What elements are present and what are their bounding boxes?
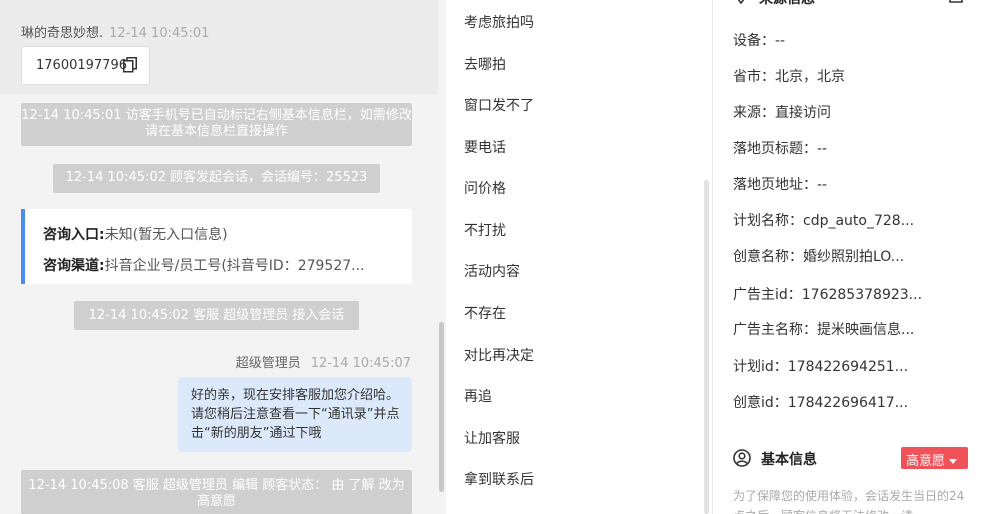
customer-message-meta: 琳的奇思妙想. 12-14 10:45:01 — [21, 22, 209, 41]
agent-message-bubble: 好的亲，现在安排客服加您介绍哈。请您稍后注意查看一下“通讯录”并点击“新的朋友”… — [178, 377, 412, 452]
entry-value: 未知(暂无入口信息) — [104, 227, 228, 243]
chat-scrollbar[interactable] — [439, 322, 444, 492]
quick-reply-item[interactable]: 活动内容 — [464, 261, 520, 281]
channel-label: 咨询渠道: — [43, 258, 105, 274]
source-field-plan-id: 计划id：178422694251... — [733, 359, 909, 375]
quick-reply-list: 考虑旅拍吗 去哪拍 窗口发不了 要电话 问价格 不打扰 活动内容 不存在 对比再… — [446, 0, 712, 514]
phone-card[interactable]: 17600197796 — [21, 46, 150, 85]
source-field-device: 设备：-- — [733, 33, 786, 49]
source-field-creative-name: 创意名称：婚纱照别拍LO... — [733, 249, 905, 265]
source-field-region: 省市：北京，北京 — [733, 69, 845, 85]
quick-reply-item[interactable]: 要电话 — [464, 137, 506, 157]
channel-value: 抖音企业号/员工号(抖音号ID：279527... — [104, 258, 365, 274]
agent-message-time: 12-14 10:45:07 — [310, 356, 411, 371]
copy-icon[interactable] — [123, 57, 137, 73]
customer-message-time: 12-14 10:45:01 — [109, 26, 210, 41]
quick-reply-item[interactable]: 拿到联系后 — [464, 469, 534, 489]
source-field-source: 来源：直接访问 — [733, 105, 831, 121]
source-field-advertiser-name: 广告主名称：提米映画信息... — [733, 322, 915, 338]
quick-reply-item[interactable]: 再追 — [464, 386, 492, 406]
entry-info-card: 咨询入口:未知(暂无入口信息) 咨询渠道:抖音企业号/员工号(抖音号ID：279… — [21, 209, 412, 284]
edit-icon[interactable] — [949, 0, 963, 4]
entry-label: 咨询入口: — [43, 227, 105, 243]
quick-reply-item[interactable]: 不打扰 — [464, 220, 506, 240]
intent-status-label: 高意愿 — [906, 454, 946, 469]
location-icon — [737, 0, 745, 4]
quick-reply-scrollbar[interactable] — [704, 180, 709, 514]
channel-row: 咨询渠道:抖音企业号/员工号(抖音号ID：279527... — [43, 255, 365, 275]
quick-reply-item[interactable]: 对比再决定 — [464, 345, 534, 365]
system-message-auto-mark: 12-14 10:45:01 访客手机号已自动标记右侧基本信息栏，如需修改请在基… — [21, 103, 412, 146]
customer-info-panel: 来源信息 设备：-- 省市：北京，北京 来源：直接访问 落地页标题：-- 落地页… — [713, 0, 986, 514]
agent-name: 超级管理员 — [235, 356, 301, 371]
source-field-advertiser-id: 广告主id：176285378923... — [733, 287, 923, 303]
chevron-down-icon — [949, 459, 958, 464]
customer-name: 琳的奇思妙想. — [21, 26, 104, 41]
quick-reply-item[interactable]: 让加客服 — [464, 428, 520, 448]
quick-reply-item[interactable]: 不存在 — [464, 303, 506, 323]
system-message-agent-join: 12-14 10:45:02 客服 超级管理员 接入会话 — [74, 301, 359, 330]
user-circle-icon — [733, 449, 751, 467]
system-message-session-start: 12-14 10:45:02 顾客发起会话，会话编号：25523 — [53, 164, 380, 193]
basic-info-note: 为了保障您的使用体验，会话发生当日的24点之后，顾客信息将无法修改，请 — [733, 489, 965, 514]
phone-number: 17600197796 — [36, 58, 127, 73]
source-field-creative-id: 创意id：178422696417... — [733, 395, 909, 411]
agent-message-meta: 超级管理员 12-14 10:45:07 — [236, 352, 411, 371]
customer-message: 琳的奇思妙想. 12-14 10:45:01 17600197796 — [0, 0, 438, 94]
quick-reply-item[interactable]: 问价格 — [464, 178, 506, 198]
intent-status-dropdown[interactable]: 高意愿 — [901, 447, 968, 469]
source-info-title: 来源信息 — [759, 0, 815, 8]
entry-row: 咨询入口:未知(暂无入口信息) — [43, 224, 228, 244]
source-field-landing-title: 落地页标题：-- — [733, 141, 828, 157]
source-field-plan-name: 计划名称：cdp_auto_728... — [733, 213, 915, 229]
source-field-landing-url: 落地页地址：-- — [733, 177, 828, 193]
basic-info-title: 基本信息 — [761, 452, 817, 468]
quick-reply-item[interactable]: 考虑旅拍吗 — [464, 12, 534, 32]
chat-panel: 琳的奇思妙想. 12-14 10:45:01 17600197796 12-14 … — [0, 0, 446, 514]
quick-reply-item[interactable]: 去哪拍 — [464, 54, 506, 74]
quick-reply-item[interactable]: 窗口发不了 — [464, 95, 534, 115]
system-message-status-edit: 12-14 10:45:08 客服 超级管理员 编辑 顾客状态： 由 了解 改为… — [21, 470, 412, 514]
